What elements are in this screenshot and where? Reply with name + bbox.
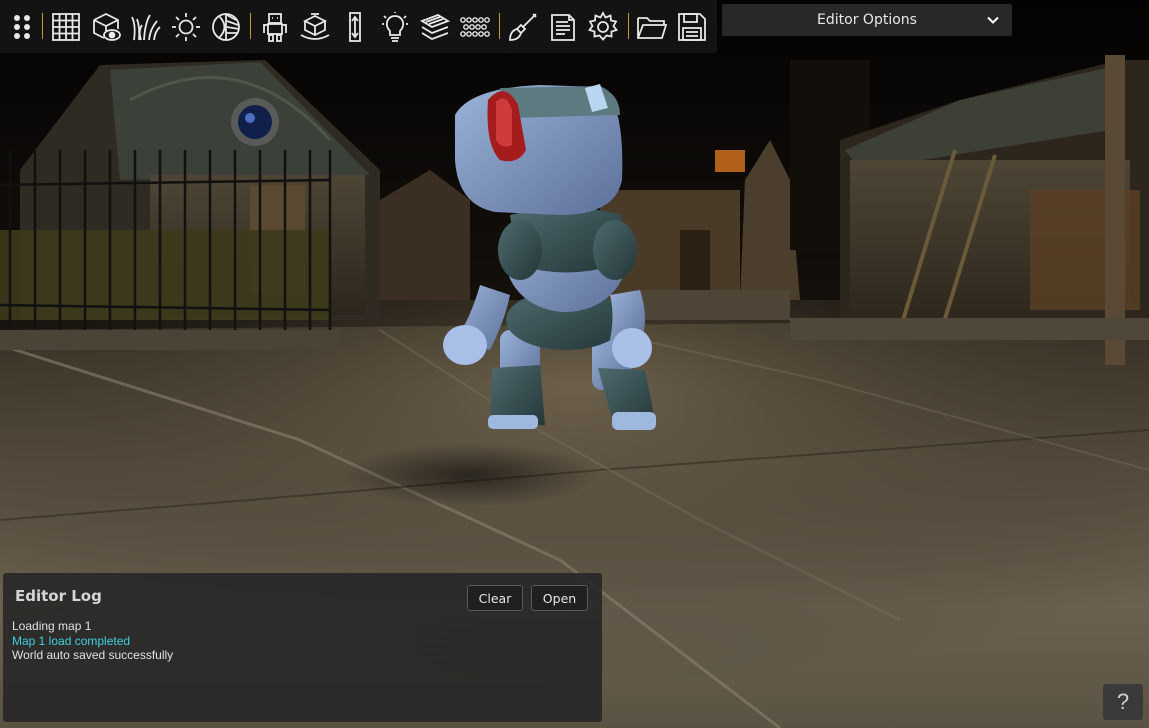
editor-log-title: Editor Log: [15, 587, 102, 605]
sky-sphere-icon[interactable]: [208, 8, 244, 46]
layers-icon[interactable]: [417, 8, 453, 46]
view-object-icon[interactable]: [88, 8, 124, 46]
help-button[interactable]: ?: [1103, 684, 1143, 720]
editor-log-panel: Editor Log Clear Open Loading map 1 Map …: [3, 573, 602, 722]
log-line: World auto saved successfully: [12, 648, 174, 662]
log-line: Map 1 load completed: [12, 633, 131, 648]
editor-options-dropdown[interactable]: Editor Options: [722, 4, 1012, 36]
sun-icon[interactable]: [168, 8, 204, 46]
particles-icon[interactable]: [457, 8, 493, 46]
open-log-button[interactable]: Open: [531, 585, 588, 611]
light-bulb-icon[interactable]: [377, 8, 413, 46]
drag-handle-icon[interactable]: [4, 8, 40, 46]
game-viewport[interactable]: Editor Options Editor Log Clear Open Loa…: [0, 0, 1149, 728]
terrain-block-icon[interactable]: [297, 8, 333, 46]
save-icon[interactable]: [674, 8, 710, 46]
log-line: Loading map 1: [12, 619, 92, 633]
grass-icon[interactable]: [128, 8, 164, 46]
height-icon[interactable]: [337, 8, 373, 46]
editor-options-label: Editor Options: [817, 12, 917, 28]
toolbar-separator: [499, 13, 500, 39]
log-lines: Loading map 1 Map 1 load completed World…: [12, 619, 173, 663]
editor-toolbar: [0, 0, 717, 53]
open-folder-icon[interactable]: [634, 8, 670, 46]
grid-icon[interactable]: [48, 8, 84, 46]
clear-log-button[interactable]: Clear: [467, 585, 523, 611]
chevron-down-icon: [987, 16, 999, 24]
toolbar-separator: [42, 13, 43, 39]
paint-brush-icon[interactable]: [505, 8, 541, 46]
toolbar-separator: [250, 13, 251, 39]
settings-gear-icon[interactable]: [585, 8, 621, 46]
script-icon[interactable]: [545, 8, 581, 46]
toolbar-separator: [628, 13, 629, 39]
robot-icon[interactable]: [257, 8, 293, 46]
